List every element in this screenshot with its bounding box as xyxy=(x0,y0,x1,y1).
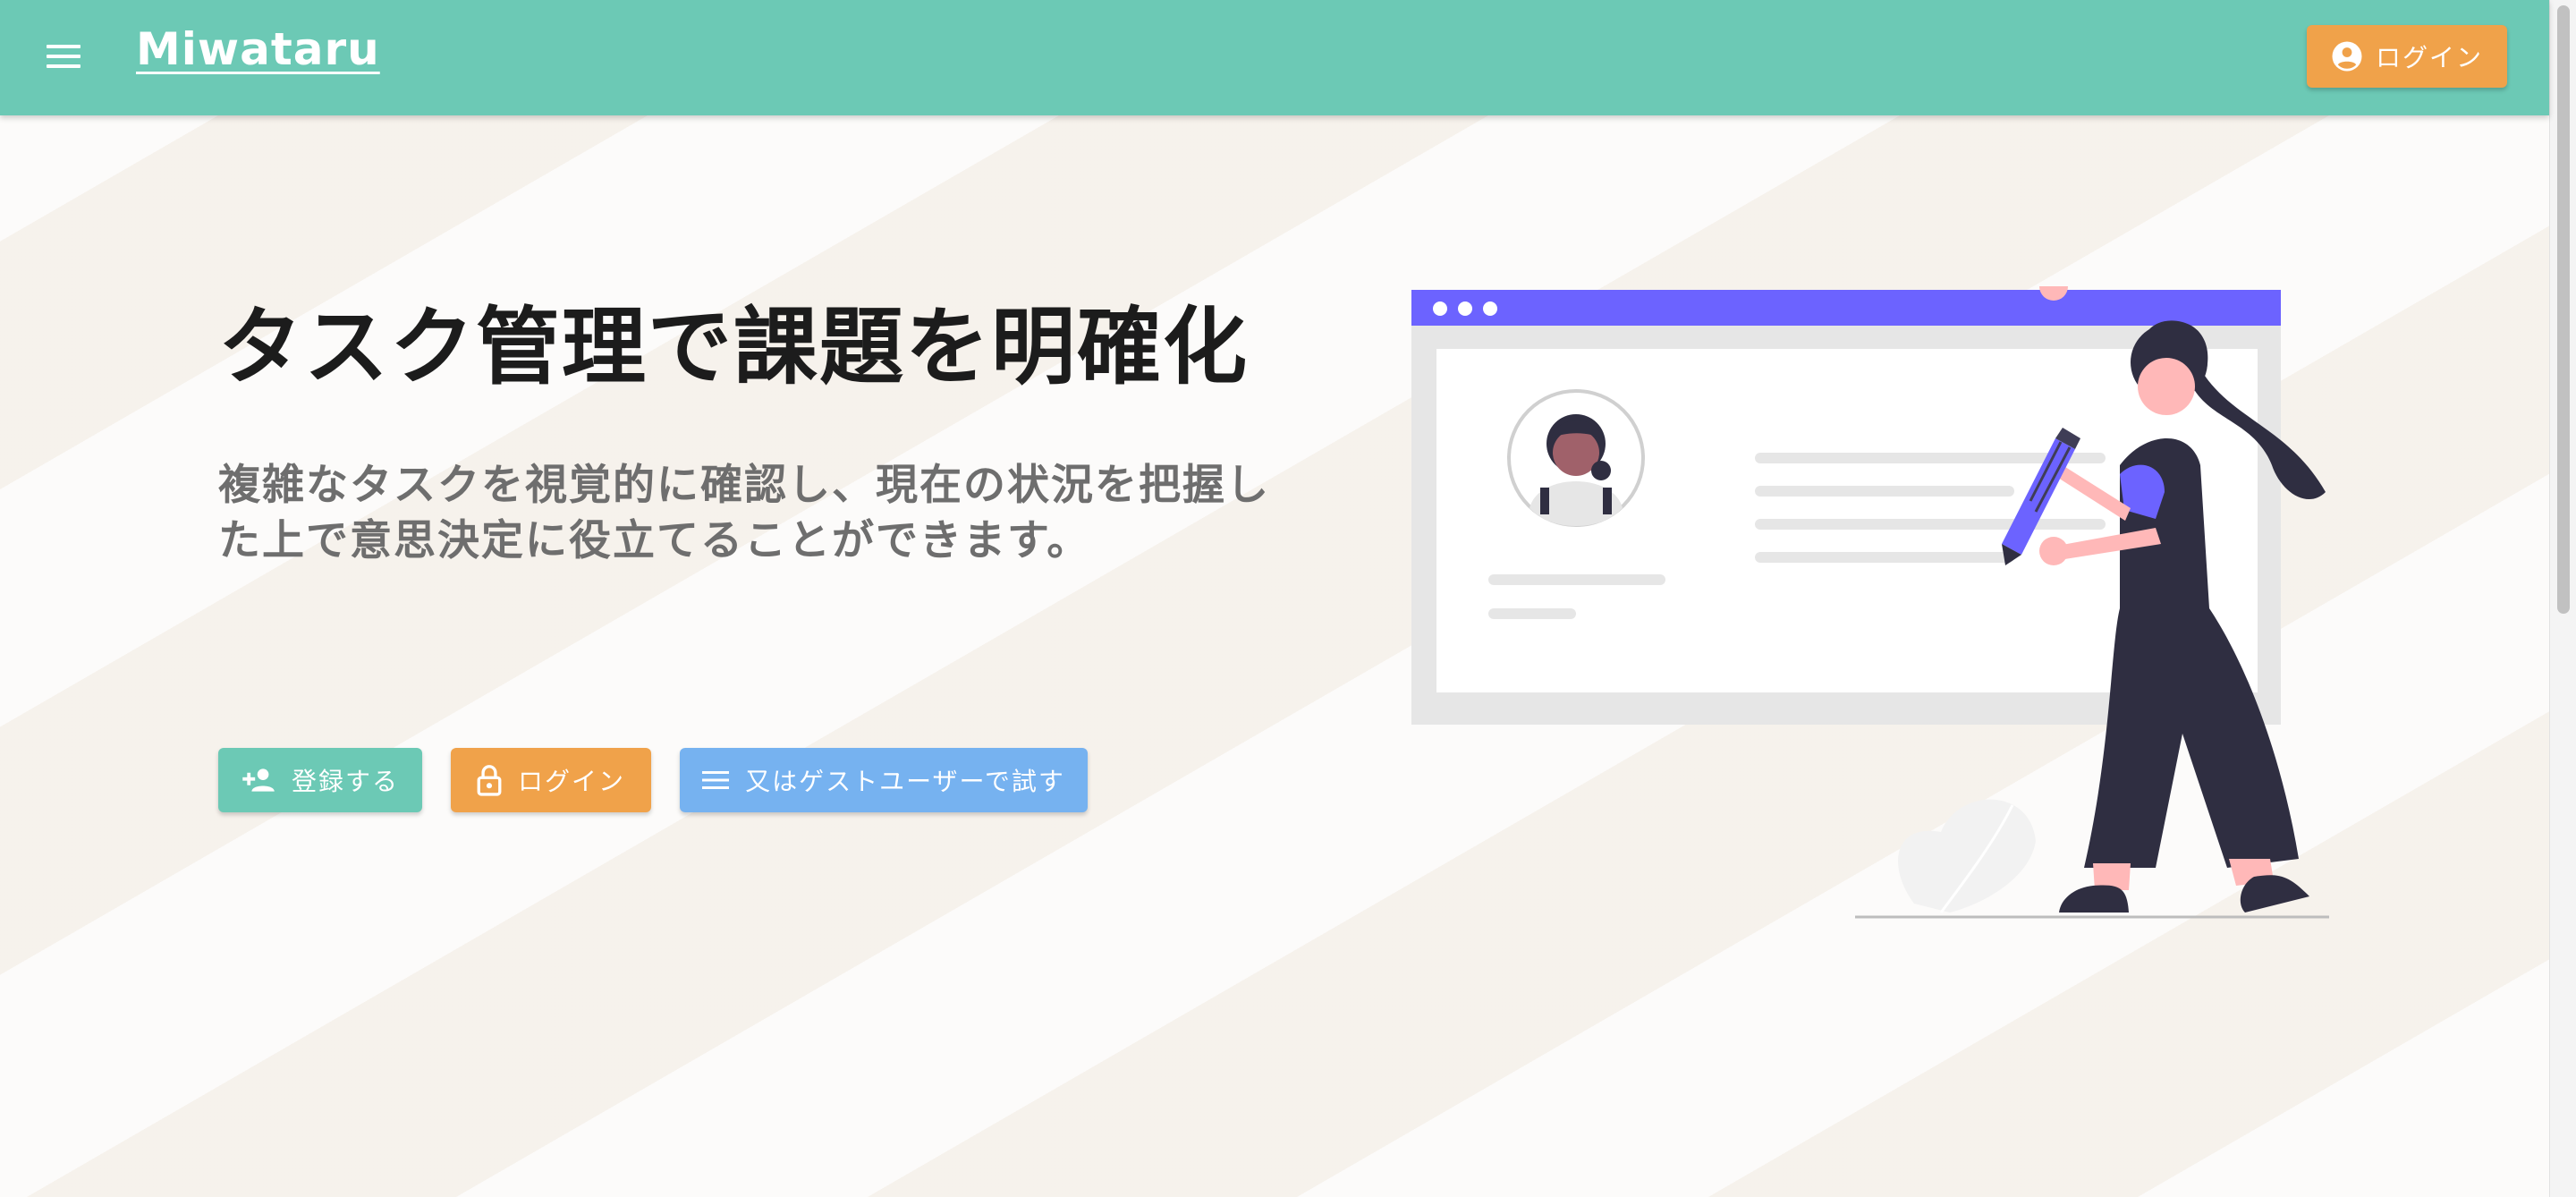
hero-subtitle-line-1: 複雑なタスクを視覚的に確認し、現在の状況を把握し xyxy=(218,461,1270,510)
placeholder-line xyxy=(1488,574,1665,585)
hero-subtitle: 複雑なタスクを視覚的に確認し、現在の状況を把握し た上で意思決定に役立てることが… xyxy=(218,458,1345,569)
browser-titlebar xyxy=(1411,290,2281,326)
lock-open-icon xyxy=(477,765,502,796)
person-add-icon xyxy=(242,768,275,792)
guest-login-button[interactable]: 又はゲストユーザーで試す xyxy=(680,748,1088,812)
hero-illustration xyxy=(1411,286,2329,919)
placeholder-line xyxy=(1488,608,1576,619)
vertical-scrollbar[interactable] xyxy=(2549,0,2576,1197)
avatar-illustration xyxy=(1507,389,1645,527)
window-dot xyxy=(1458,301,1472,316)
register-button[interactable]: 登録する xyxy=(218,748,422,812)
header-login-button[interactable]: ログイン xyxy=(2307,25,2507,88)
hero-title: タスク管理で課題を明確化 xyxy=(218,299,1250,396)
account-circle-icon xyxy=(2332,41,2362,72)
scrollbar-thumb[interactable] xyxy=(2557,5,2570,614)
header-login-label: ログイン xyxy=(2375,43,2483,72)
login-label: ログイン xyxy=(517,767,625,796)
list-icon xyxy=(702,771,730,789)
login-button[interactable]: ログイン xyxy=(451,748,651,812)
placeholder-line xyxy=(1755,486,2014,497)
menu-button[interactable] xyxy=(39,38,89,79)
placeholder-line xyxy=(1755,519,2106,530)
app-bar: Miwataru ログイン xyxy=(0,0,2549,115)
register-label: 登録する xyxy=(291,767,399,796)
placeholder-line xyxy=(1755,552,2014,563)
window-dot xyxy=(1433,301,1447,316)
hero-subtitle-line-2: た上で意思決定に役立てることができます。 xyxy=(218,516,1091,565)
window-dot xyxy=(1483,301,1497,316)
plant-illustration xyxy=(1898,799,2036,913)
guest-label: 又はゲストユーザーで試す xyxy=(745,767,1065,796)
brand-logo[interactable]: Miwataru xyxy=(136,23,380,75)
